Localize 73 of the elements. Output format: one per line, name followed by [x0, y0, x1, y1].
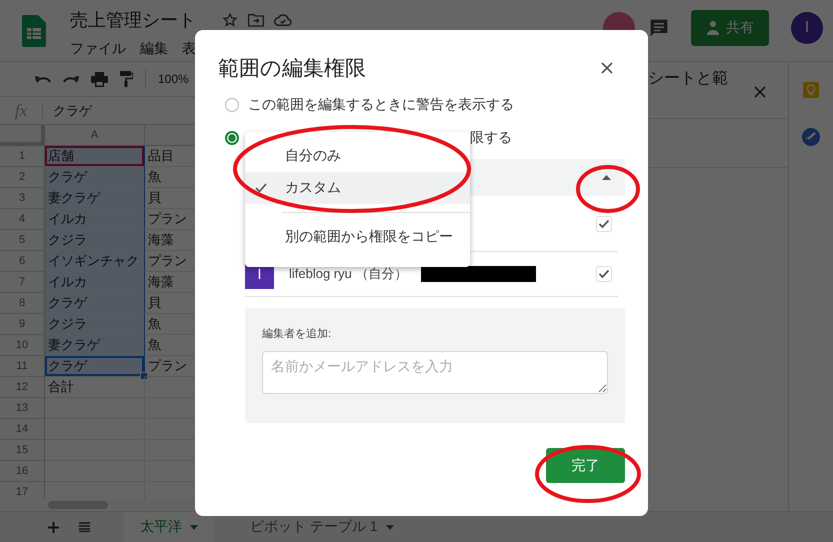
row-header[interactable]: 11 — [0, 356, 45, 377]
table-cell: イルカ — [45, 272, 145, 293]
row-header[interactable]: 7 — [0, 272, 45, 293]
input-field[interactable]: 名前かメールアドレスを入力 — [262, 351, 608, 394]
row-header[interactable]: 14 — [0, 419, 45, 440]
row-header[interactable]: 5 — [0, 230, 45, 251]
annotation-ellipse — [576, 165, 640, 213]
table-cell: イルカ — [45, 209, 145, 230]
sheet-tab[interactable]: ピボット テーブル 1 — [234, 512, 410, 542]
print-icon[interactable] — [91, 72, 108, 86]
column-header[interactable]: A — [45, 125, 145, 146]
close-icon[interactable] — [601, 62, 613, 74]
share-button[interactable]: 共有 — [691, 10, 769, 46]
radio-button[interactable] — [225, 98, 239, 112]
table-cell: 合計 — [45, 377, 145, 398]
sheets-logo-icon[interactable] — [22, 15, 46, 47]
option-label[interactable]: この範囲を編集するときに警告を表示する — [248, 96, 514, 114]
check-icon — [255, 183, 267, 193]
table-cell: 妻クラゲ — [45, 335, 145, 356]
formula-input[interactable]: クラゲ — [53, 102, 92, 120]
tasks-icon[interactable] — [802, 128, 820, 146]
checkbox[interactable] — [596, 266, 612, 282]
add-sheet-icon[interactable] — [48, 522, 59, 532]
paint-format-icon[interactable] — [120, 71, 133, 87]
row-header[interactable]: 15 — [0, 440, 45, 461]
row-header[interactable]: 8 — [0, 293, 45, 314]
field-label: 編集者を追加: — [262, 327, 332, 341]
table-cell: イソギンチャク — [45, 251, 145, 272]
checkbox[interactable] — [596, 216, 612, 232]
row-header[interactable]: 12 — [0, 377, 45, 398]
panel-title: シートと範 — [648, 69, 728, 89]
row-header[interactable]: 1 — [0, 146, 45, 167]
row-header[interactable]: 3 — [0, 188, 45, 209]
editor-name: lifeblog ryu （自分） — [289, 265, 408, 283]
redo-icon[interactable] — [63, 74, 79, 84]
menu-item[interactable]: 別の範囲から権限をコピー — [245, 221, 470, 253]
row-header[interactable]: 4 — [0, 209, 45, 230]
cloud-icon[interactable] — [274, 13, 292, 27]
table-cell: クジラ — [45, 230, 145, 251]
caret-icon[interactable] — [602, 175, 611, 180]
radio-button[interactable] — [225, 130, 239, 144]
row-header[interactable]: 13 — [0, 398, 45, 419]
row-header[interactable]: 2 — [0, 167, 45, 188]
document-title[interactable]: 売上管理シート — [70, 8, 196, 32]
table-cell: クラゲ — [45, 293, 145, 314]
menu-item[interactable]: カスタム — [245, 172, 470, 204]
folder-icon[interactable] — [248, 13, 264, 27]
menu-item[interactable]: 編集 — [140, 40, 168, 58]
dialog-title: 範囲の編集権限 — [218, 56, 366, 82]
done-button[interactable]: 完了 — [546, 448, 625, 483]
close-icon[interactable] — [754, 86, 766, 98]
table-cell: クジラ — [45, 314, 145, 335]
row-header[interactable]: 10 — [0, 335, 45, 356]
menu-item[interactable]: 表 — [182, 40, 196, 58]
star-icon[interactable] — [222, 12, 238, 28]
menu-item[interactable]: ファイル — [70, 40, 126, 58]
comment-icon[interactable] — [649, 18, 669, 38]
sheet-tab[interactable]: 太平洋 — [124, 512, 214, 542]
table-cell: クラゲ — [45, 167, 145, 188]
zoom-select[interactable]: 100% — [158, 72, 189, 86]
table-cell: 店舗 — [45, 146, 145, 167]
account-avatar[interactable]: I — [791, 12, 823, 44]
undo-icon[interactable] — [35, 74, 51, 84]
menu-item[interactable]: 自分のみ — [245, 140, 470, 172]
table-cell: クラゲ — [45, 356, 145, 377]
menu-icon[interactable] — [79, 522, 90, 532]
row-header[interactable]: 6 — [0, 251, 45, 272]
caret-icon[interactable] — [386, 524, 394, 530]
fill-handle[interactable] — [140, 372, 148, 380]
row-header[interactable]: 16 — [0, 461, 45, 482]
person-icon — [706, 20, 720, 36]
table-cell: 妻クラゲ — [45, 188, 145, 209]
row-header[interactable]: 9 — [0, 314, 45, 335]
